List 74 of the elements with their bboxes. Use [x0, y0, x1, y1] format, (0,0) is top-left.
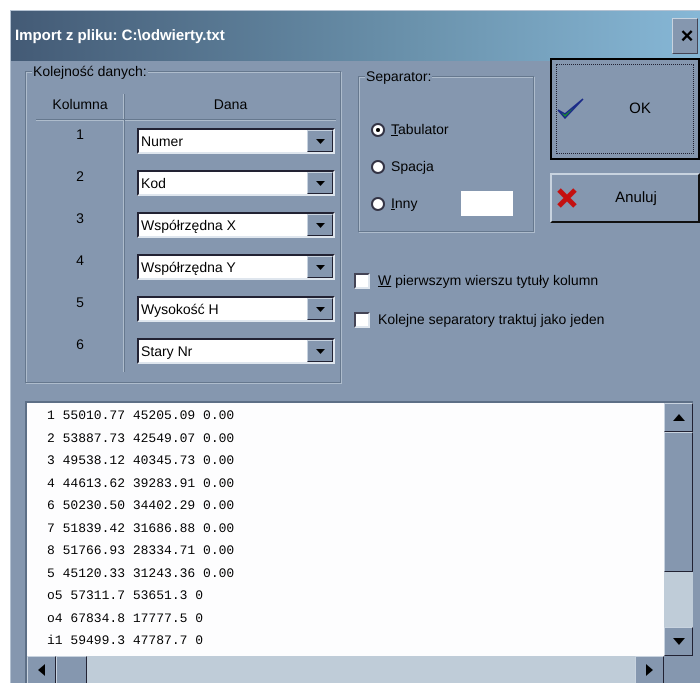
data-dropdown[interactable]: Kod: [137, 170, 335, 196]
checkmark-icon: [556, 96, 586, 122]
group-legend: Kolejność danych:: [32, 63, 148, 79]
column-number: 4: [75, 251, 85, 270]
preview-line: o4 67834.8 17777.5 0: [47, 610, 204, 628]
preview-line: 1 55010.77 45205.09 0.00: [47, 407, 236, 425]
column-number: 1: [75, 125, 85, 144]
dropdown-value: Numer: [141, 132, 184, 150]
radio-label[interactable]: Tabulator: [391, 119, 449, 140]
dropdown-button[interactable]: [307, 172, 333, 194]
radio-button[interactable]: [371, 160, 385, 174]
down-arrow-icon: [672, 638, 684, 645]
left-arrow-icon: [38, 664, 45, 676]
data-dropdown[interactable]: Wysokość H: [137, 296, 335, 322]
column-number: 3: [75, 209, 85, 228]
caret-icon: [316, 348, 324, 354]
column-number: 6: [75, 335, 85, 354]
right-arrow-icon: [646, 664, 653, 676]
horizontal-scrollbar[interactable]: [27, 656, 664, 683]
data-dropdown[interactable]: Stary Nr: [137, 338, 335, 364]
caret-icon: [316, 222, 324, 228]
cancel-button[interactable]: Anuluj: [550, 173, 700, 223]
column-number: 5: [75, 293, 85, 312]
caret-icon: [316, 264, 324, 270]
dropdown-button[interactable]: [307, 298, 333, 320]
preview-line: 2 53887.73 42549.07 0.00: [47, 430, 236, 448]
data-dropdown[interactable]: Współrzędna Y: [137, 254, 335, 280]
preview-line: 6 50230.50 34402.29 0.00: [47, 497, 236, 515]
cross-icon: [556, 187, 578, 209]
checkbox[interactable]: [354, 272, 370, 288]
scroll-thumb[interactable]: [664, 432, 693, 572]
column-header: Kolumna: [51, 95, 109, 114]
group-legend: Separator:: [365, 68, 432, 84]
checkbox-label[interactable]: W pierwszym wierszu tytuły kolumn: [378, 270, 598, 291]
dropdown-button[interactable]: [307, 256, 333, 278]
column-number: 2: [75, 167, 85, 186]
dropdown-value: Kod: [141, 174, 166, 192]
dropdown-value: Współrzędna X: [141, 216, 236, 235]
window-title: Import z pliku: C:\odwierty.txt: [15, 26, 225, 46]
checkbox-label[interactable]: Kolejne separatory traktuj jako jeden: [378, 309, 604, 330]
dropdown-value: Współrzędna Y: [141, 258, 236, 277]
preview-line: 3 49538.12 40345.73 0.00: [47, 452, 236, 470]
preview-line: 5 45120.33 31243.36 0.00: [47, 564, 236, 582]
caret-icon: [316, 306, 324, 312]
caret-icon: [316, 138, 324, 144]
radio-button[interactable]: [371, 122, 385, 136]
dropdown-button[interactable]: [307, 214, 333, 236]
scroll-thumb[interactable]: [56, 656, 87, 683]
column-header: Dana: [124, 94, 336, 119]
scroll-down-button[interactable]: [664, 627, 693, 656]
data-dropdown[interactable]: Współrzędna X: [137, 212, 335, 238]
scroll-up-button[interactable]: [664, 403, 693, 432]
preview-line: o5 57311.7 53651.3 0: [47, 587, 204, 605]
close-button[interactable]: ×: [672, 18, 698, 54]
preview-line: 8 51766.93 28334.71 0.00: [47, 542, 236, 560]
dropdown-value: Stary Nr: [141, 342, 192, 361]
dropdown-value: Wysokość H: [141, 300, 219, 319]
dropdown-button[interactable]: [307, 340, 333, 362]
ok-button[interactable]: OK: [550, 58, 700, 160]
radio-label[interactable]: Inny: [391, 193, 418, 214]
vertical-scrollbar[interactable]: [664, 403, 693, 656]
scroll-left-button[interactable]: [27, 656, 56, 683]
preview-line: i1 59499.3 47787.7 0: [47, 632, 204, 650]
checkbox[interactable]: [354, 312, 370, 328]
preview-line: 7 51839.42 31686.88 0.00: [47, 520, 236, 538]
radio-button[interactable]: [371, 196, 385, 210]
preview-line: 4 44613.62 39283.91 0.00: [47, 474, 236, 492]
separator-input-field[interactable]: [461, 191, 513, 216]
up-arrow-icon: [672, 414, 684, 421]
dropdown-button[interactable]: [307, 130, 333, 152]
caret-icon: [316, 180, 324, 186]
data-dropdown[interactable]: Numer: [137, 128, 335, 154]
radio-label[interactable]: Spacja: [391, 156, 434, 177]
scroll-right-button[interactable]: [635, 656, 664, 683]
